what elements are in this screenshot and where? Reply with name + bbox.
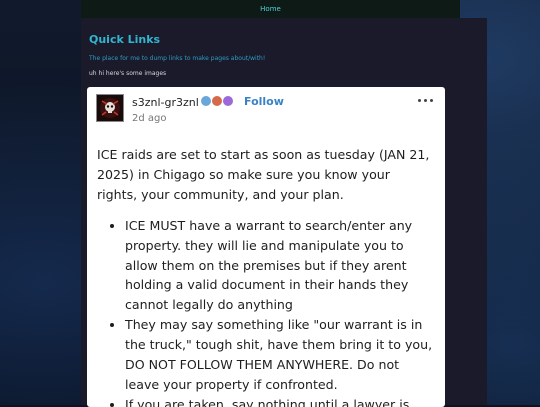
post-username[interactable]: s3znl-gr3znl xyxy=(132,96,199,109)
post-bullet-list: ICE MUST have a warrant to search/enter … xyxy=(97,216,433,407)
list-item: They may say something like "our warrant… xyxy=(125,315,433,395)
quick-links-note: uh hi here's some images xyxy=(89,70,167,77)
post-timestamp: 2d ago xyxy=(132,113,167,124)
badge-icon xyxy=(201,96,211,106)
quick-links-subtitle: The place for me to dump links to make p… xyxy=(89,55,266,62)
content-column: Quick Links The place for me to dump lin… xyxy=(81,18,487,407)
dot xyxy=(430,99,433,102)
avatar[interactable] xyxy=(96,94,124,122)
post-body: ICE raids are set to start as soon as tu… xyxy=(97,145,433,407)
quick-links-title: Quick Links xyxy=(89,33,161,46)
badge-icon xyxy=(223,96,233,106)
list-item: If you are taken, say nothing until a la… xyxy=(125,395,433,407)
embedded-post: s3znl-gr3znl Follow 2d ago ICE raids are… xyxy=(87,87,445,407)
list-item: ICE MUST have a warrant to search/enter … xyxy=(125,216,433,316)
dot xyxy=(424,99,427,102)
dot xyxy=(418,99,421,102)
home-link[interactable]: Home xyxy=(260,5,281,13)
user-badges xyxy=(201,96,233,106)
post-intro: ICE raids are set to start as soon as tu… xyxy=(97,147,430,202)
top-nav-bar: Home xyxy=(81,0,460,18)
badge-icon xyxy=(212,96,222,106)
skull-avatar-icon xyxy=(100,98,120,118)
more-options-icon[interactable] xyxy=(418,99,433,102)
follow-button[interactable]: Follow xyxy=(244,95,284,108)
